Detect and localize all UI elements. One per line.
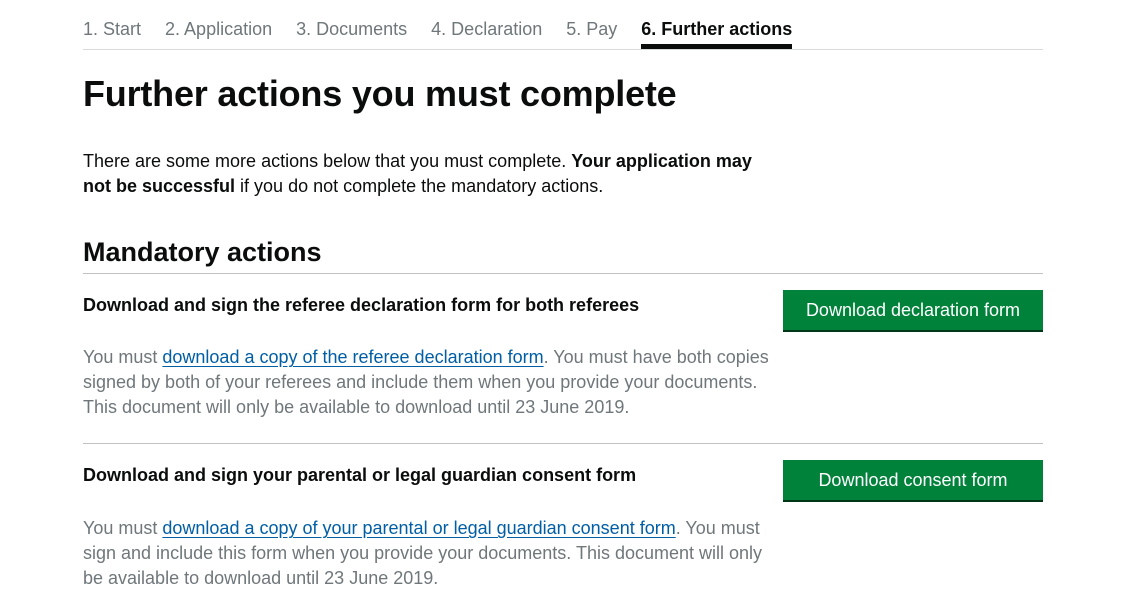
action-body-referee: You must download a copy of the referee … (83, 345, 773, 420)
section-divider (83, 273, 1043, 274)
step-application[interactable]: 2. Application (165, 17, 272, 49)
action-body-consent: You must download a copy of your parenta… (83, 516, 773, 591)
page-title: Further actions you must complete (83, 73, 677, 114)
step-navigation: 1. Start 2. Application 3. Documents 4. … (83, 0, 1043, 50)
section-heading: Mandatory actions (83, 237, 322, 267)
consent-form-link[interactable]: download a copy of your parental or lega… (162, 518, 675, 538)
step-start[interactable]: 1. Start (83, 17, 141, 49)
action-body-prefix: You must (83, 347, 163, 367)
step-documents[interactable]: 3. Documents (296, 17, 407, 49)
step-further-actions[interactable]: 6. Further actions (641, 17, 793, 49)
intro-text-after: if you do not complete the mandatory act… (235, 176, 604, 196)
action-title-referee: Download and sign the referee declaratio… (83, 295, 640, 315)
intro-text-before: There are some more actions below that y… (83, 151, 572, 171)
main-content: 1. Start 2. Application 3. Documents 4. … (83, 0, 1043, 588)
download-consent-button[interactable]: Download consent form (783, 460, 1043, 500)
action-divider (83, 443, 1043, 444)
action-title-consent: Download and sign your parental or legal… (83, 465, 637, 485)
intro-paragraph: There are some more actions below that y… (83, 149, 773, 199)
referee-form-link[interactable]: download a copy of the referee declarati… (162, 347, 543, 367)
download-declaration-button[interactable]: Download declaration form (783, 290, 1043, 330)
action-body-prefix: You must (83, 518, 163, 538)
step-declaration[interactable]: 4. Declaration (431, 17, 542, 49)
step-pay[interactable]: 5. Pay (566, 17, 617, 49)
